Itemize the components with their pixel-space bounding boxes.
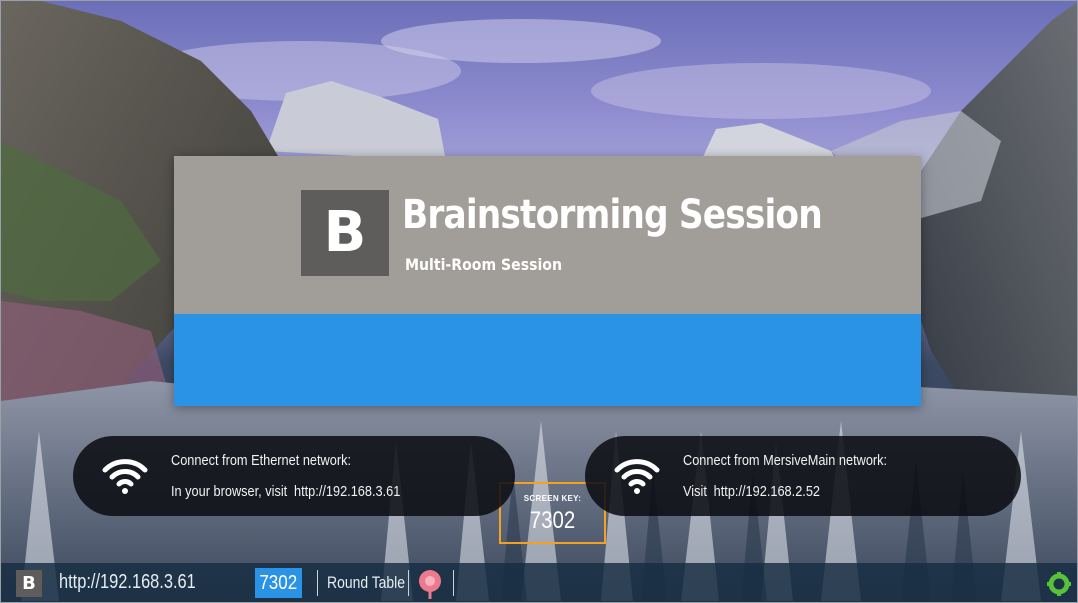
status-bar-logo: B — [16, 570, 42, 597]
connect-wireless-panel: Connect from MersiveMain network: Visit h… — [585, 436, 1021, 516]
session-subtitle: Multi-Room Session — [405, 255, 562, 274]
status-bar-divider — [408, 570, 409, 596]
screen-key-label: SCREEN KEY: — [523, 494, 582, 503]
gear-status-icon[interactable] — [1047, 572, 1071, 596]
wireless-url-link[interactable]: http://192.168.2.52 — [714, 483, 820, 500]
status-bar-divider — [453, 570, 454, 596]
ethernet-visit-text: In your browser, visit — [171, 483, 288, 500]
wireless-instructions: Visit http://192.168.2.52 — [683, 483, 820, 500]
session-card: B Brainstorming Session Multi-Room Sessi… — [174, 156, 921, 544]
status-bar-url[interactable]: http://192.168.3.61 — [59, 571, 196, 594]
wireless-heading: Connect from MersiveMain network: — [683, 452, 888, 469]
ethernet-heading: Connect from Ethernet network: — [171, 452, 352, 469]
status-bar-room-name: Round Table — [327, 573, 406, 592]
brand-logo: B — [301, 190, 389, 276]
display-screen: B Brainstorming Session Multi-Room Sessi… — [0, 0, 1078, 603]
screen-key-value: 7302 — [529, 507, 576, 534]
screen-key-banner: SCREEN KEY: 7302 — [174, 314, 921, 544]
status-bar-screen-key: 7302 — [255, 568, 302, 598]
status-bar-divider — [317, 570, 318, 596]
map-pin-icon[interactable] — [416, 568, 444, 600]
status-bar: B http://192.168.3.61 7302 Round Table — [1, 563, 1077, 602]
session-header: B Brainstorming Session Multi-Room Sessi… — [174, 156, 921, 314]
session-title: Brainstorming Session — [402, 192, 823, 238]
ethernet-instructions: In your browser, visit http://192.168.3.6… — [171, 483, 400, 500]
status-bar-screen-key-value: 7302 — [259, 572, 298, 594]
wifi-icon — [102, 459, 148, 494]
wireless-visit-text: Visit — [683, 483, 707, 500]
connect-ethernet-panel: Connect from Ethernet network: In your b… — [73, 436, 515, 516]
wifi-icon — [614, 459, 660, 494]
ethernet-url-link[interactable]: http://192.168.3.61 — [294, 483, 400, 500]
